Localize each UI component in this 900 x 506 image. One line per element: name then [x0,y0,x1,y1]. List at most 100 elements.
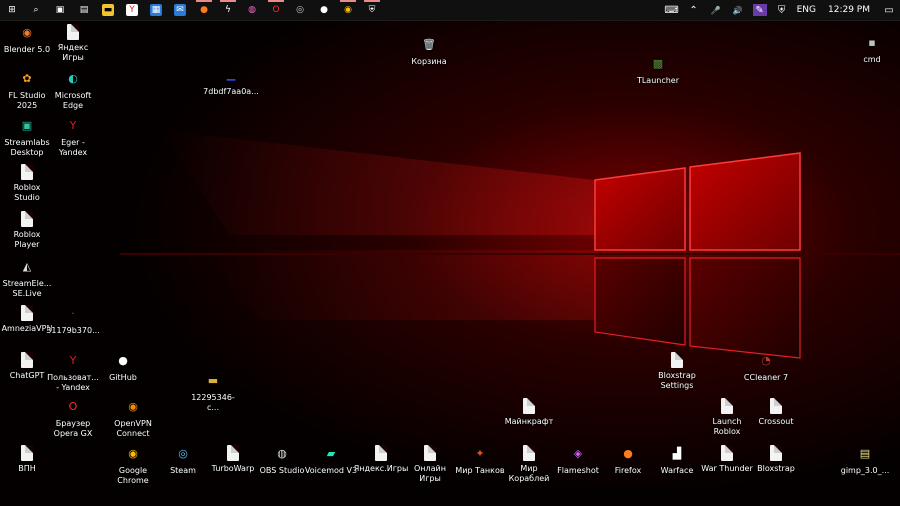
icon-vpn[interactable]: ВПН [0,445,54,474]
desktop-icon-label: 7dbdf7aa0a... [203,87,259,96]
taskbar-button[interactable]: ◎ [288,0,312,20]
icon-recycle-bin[interactable]: 🗑 Корзина [402,36,456,67]
app-icon: 🗑 [422,38,436,51]
notepad-icon: ▤ [79,4,89,15]
taskbar-button[interactable]: ⌕ [24,0,48,20]
file-shortcut-icon [523,398,535,414]
security-shield-icon[interactable]: ⛨ [775,4,789,16]
taskbar-button[interactable]: ● [192,0,216,20]
desktop-icon-label: Roblox Studio [13,183,41,202]
taskbar-button[interactable]: ✉ [168,0,192,20]
mail-icon: ✉ [174,4,186,16]
icon-world-of-warships[interactable]: Мир Кораблей [502,445,556,484]
taskbar-button[interactable]: ▦ [144,0,168,20]
firefox-icon: ● [200,4,208,15]
file-shortcut-icon [21,211,33,227]
system-tray: ⌨ ⌃ 🎤 🔊 ✎ ⛨ ENG 12:29 PM ▭ [661,0,900,20]
app-icon: ▣ [21,119,33,132]
task-view-icon: ▣ [55,4,65,15]
icon-openvpn[interactable]: ◉ OpenVPN Connect [106,398,160,439]
icon-microsoft-edge[interactable]: ◐ Microsoft Edge [46,70,100,111]
taskbar-button[interactable]: ▬ [96,0,120,20]
icon-warface[interactable]: ▟ Warface [650,445,704,476]
desktop-icon-label: Корзина [411,57,447,66]
icon-firefox[interactable]: ● Firefox [601,445,655,476]
clock[interactable]: 12:29 PM [828,5,870,15]
taskbar-button[interactable]: ▣ [48,0,72,20]
icon-opera-gx[interactable]: O Браузер Opera GX [46,398,100,439]
file-shortcut-icon [770,445,782,461]
icon-roblox-player[interactable]: Roblox Player [0,211,54,250]
taskbar-button[interactable]: O [264,0,288,20]
icon-crossout[interactable]: Crossout [749,398,803,427]
app-icon: ▟ [672,447,682,460]
icon-github[interactable]: ● GitHub [96,352,150,383]
desktop-icon-label: ВПН [18,464,36,473]
github-icon: ● [320,4,328,15]
language-indicator[interactable]: ENG [797,5,816,15]
app-icon: ◈ [573,447,583,460]
taskbar-button[interactable]: ▤ [72,0,96,20]
desktop-icon-label: Bloxstrap [757,464,795,473]
volume-icon[interactable]: 🔊 [731,4,745,16]
notification-icon[interactable]: ▭ [882,4,896,16]
desktop-icon-label: Blender 5.0 [3,45,51,54]
app-icon: ▤ [859,447,871,460]
icon-launch-roblox[interactable]: Launch Roblox [700,398,754,437]
app-icon: ◉ [22,26,32,39]
icon-roblox-studio[interactable]: Roblox Studio [0,164,54,203]
icon-flameshot[interactable]: ◈ Flameshot [551,445,605,476]
icon-streamelements[interactable]: ◭ StreamEle... SE.Live [0,258,54,299]
icon-31179b370[interactable]: · 31179b370... [46,305,100,336]
desktop-icon-label: Bloxstrap Settings [658,371,696,390]
icon-yandex-games[interactable]: Яндекс Игры [46,24,100,63]
file-shortcut-icon [424,445,436,461]
icon-bloxstrap-settings[interactable]: Bloxstrap Settings [650,352,704,391]
touch-keyboard-icon[interactable]: ⌨ [664,4,678,16]
app-icon: O [68,400,78,413]
icon-tlauncher[interactable]: ▩ TLauncher [631,55,685,86]
icon-steam[interactable]: ◎ Steam [156,445,210,476]
icon-obs-studio[interactable]: ◍ OBS Studio [255,445,309,476]
icon-ccleaner[interactable]: ◔ CCleaner 7 [739,352,793,383]
icon-bloxstrap[interactable]: Bloxstrap [749,445,803,474]
microsoft-store-icon: ▦ [150,4,162,16]
tlauncher-icon: ◍ [248,4,256,15]
taskbar-button[interactable]: ◍ [240,0,264,20]
icon-google-chrome[interactable]: ◉ Google Chrome [106,445,160,486]
icon-world-of-tanks[interactable]: ✦ Мир Танков [453,445,507,476]
pen-icon[interactable]: ✎ [752,4,767,16]
icon-cmd[interactable]: ▪ cmd [845,34,899,65]
taskbar-button[interactable]: ϟ [216,0,240,20]
taskbar-button[interactable]: ⊞ [0,0,24,20]
icon-war-thunder[interactable]: War Thunder [700,445,754,474]
desktop-icon-label: Майнкрафт [504,417,554,426]
icon-turbowarp[interactable]: TurboWarp [206,445,260,474]
taskbar-button[interactable]: ◉ [336,0,360,20]
app-icon: ◎ [178,447,188,460]
microphone-icon[interactable]: 🎤 [709,4,723,16]
icon-online-games[interactable]: Онлайн Игры [403,445,457,484]
app-icon: ▪ [868,36,876,49]
icon-voicemod[interactable]: ▰ Voicemod V3 [304,445,358,476]
icon-eger-yandex[interactable]: Y Eger - Yandex [46,117,100,158]
icon-yandex-games-2[interactable]: Яндекс.Игры [354,445,408,474]
chevron-up-icon[interactable]: ⌃ [687,4,701,16]
taskbar-button[interactable]: Y [120,0,144,20]
app-icon: ✿ [22,72,32,85]
taskbar-button[interactable]: ⛨ [360,0,384,20]
windows-logo-icon: ⊞ [8,4,16,15]
app-icon: ▁ [226,68,236,81]
taskbar-button[interactable]: ● [312,0,336,20]
desktop-icon-label: Онлайн Игры [414,464,446,483]
icon-12295346[interactable]: ▬ 12295346-c... [186,372,240,413]
icon-minecraft[interactable]: Майнкрафт [502,398,556,427]
icon-user-yandex[interactable]: Y Пользоват... - Yandex [46,352,100,393]
icon-7dbdf[interactable]: ▁ 7dbdf7aa0a... [203,66,259,97]
icon-gimp[interactable]: ▤ gimp_3.0_... [838,445,892,476]
taskbar: ⊞ ⌕ ▣ ▤ ▬ Y ▦ ✉ ● ϟ ◍ O ◎ ● ◉ ⛨ ⌨ ⌃ 🎤 🔊 ✎ ⛨ ENG 12:29 P… [0,0,900,21]
app-icon: Y [69,119,77,132]
desktop-icon-label: Voicemod V3 [304,466,358,475]
app-icon: ▬ [207,374,219,387]
desktop-icon-label: gimp_3.0_... [840,466,890,475]
